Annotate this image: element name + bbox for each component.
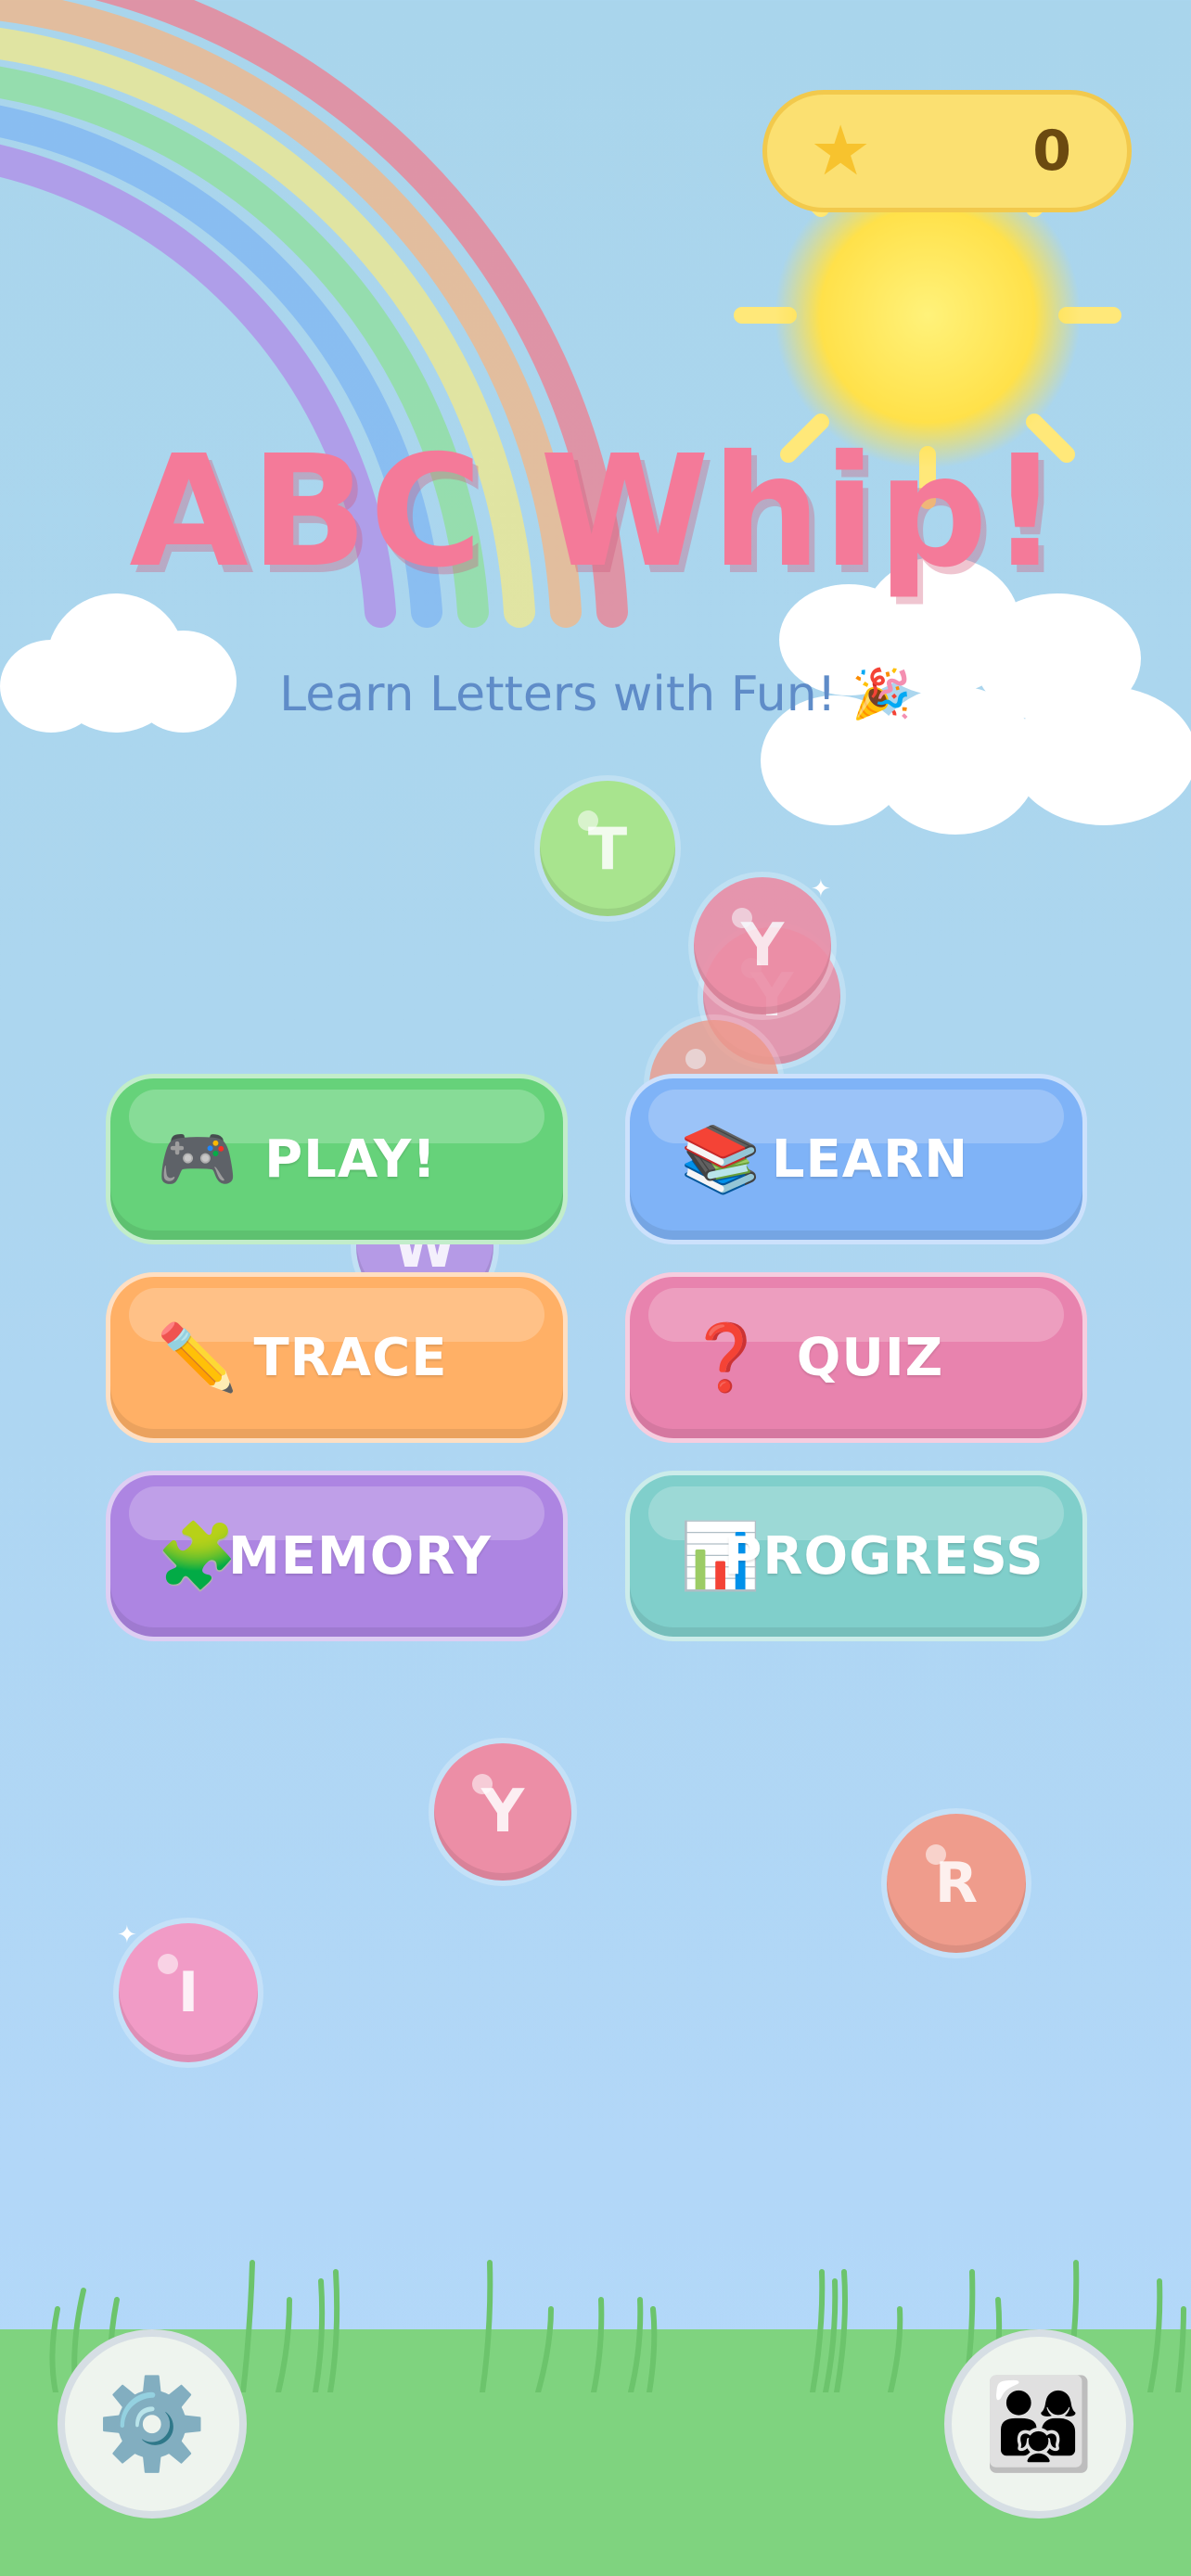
sparkle-icon: ✦	[117, 1921, 137, 1949]
memory-button[interactable]: 🧩 MEMORY	[106, 1471, 568, 1641]
puzzle-piece-icon: 🧩	[157, 1518, 238, 1594]
score-counter: ★ 0	[762, 90, 1132, 212]
play-button[interactable]: 🎮 PLAY!	[106, 1074, 568, 1244]
settings-button[interactable]: ⚙️	[58, 2329, 247, 2519]
gear-icon: ⚙️	[96, 2371, 208, 2476]
memory-button-label: MEMORY	[228, 1525, 492, 1587]
books-icon: 📚	[680, 1121, 762, 1197]
family-icon: 👨‍👩‍👧	[983, 2371, 1095, 2476]
game-controller-icon: 🎮	[157, 1121, 238, 1197]
app-title: ABC Whip!	[129, 423, 1062, 602]
trace-button-label: TRACE	[253, 1327, 448, 1388]
parents-button[interactable]: 👨‍👩‍👧	[944, 2329, 1133, 2519]
quiz-button-label: QUIZ	[796, 1327, 944, 1388]
pencil-icon: ✏️	[157, 1320, 238, 1396]
quiz-button[interactable]: ❓ QUIZ	[625, 1272, 1087, 1443]
progress-button[interactable]: 📊 PROGRESS	[625, 1471, 1087, 1641]
sparkle-icon: ✦	[811, 875, 831, 903]
star-icon: ★	[810, 111, 872, 191]
score-value: 0	[1032, 119, 1071, 184]
letter-bubble[interactable]: I	[119, 1923, 258, 2062]
app-subtitle: Learn Letters with Fun! 🎉	[279, 667, 912, 722]
play-button-label: PLAY!	[264, 1129, 437, 1190]
trace-button[interactable]: ✏️ TRACE	[106, 1272, 568, 1443]
letter-bubble[interactable]: R	[887, 1814, 1026, 1953]
question-mark-icon: ❓	[685, 1320, 767, 1396]
progress-button-label: PROGRESS	[724, 1525, 1044, 1587]
learn-button-label: LEARN	[771, 1129, 969, 1190]
letter-bubble[interactable]: Y	[434, 1743, 571, 1881]
letter-bubble[interactable]: T	[540, 781, 675, 916]
learn-button[interactable]: 📚 LEARN	[625, 1074, 1087, 1244]
